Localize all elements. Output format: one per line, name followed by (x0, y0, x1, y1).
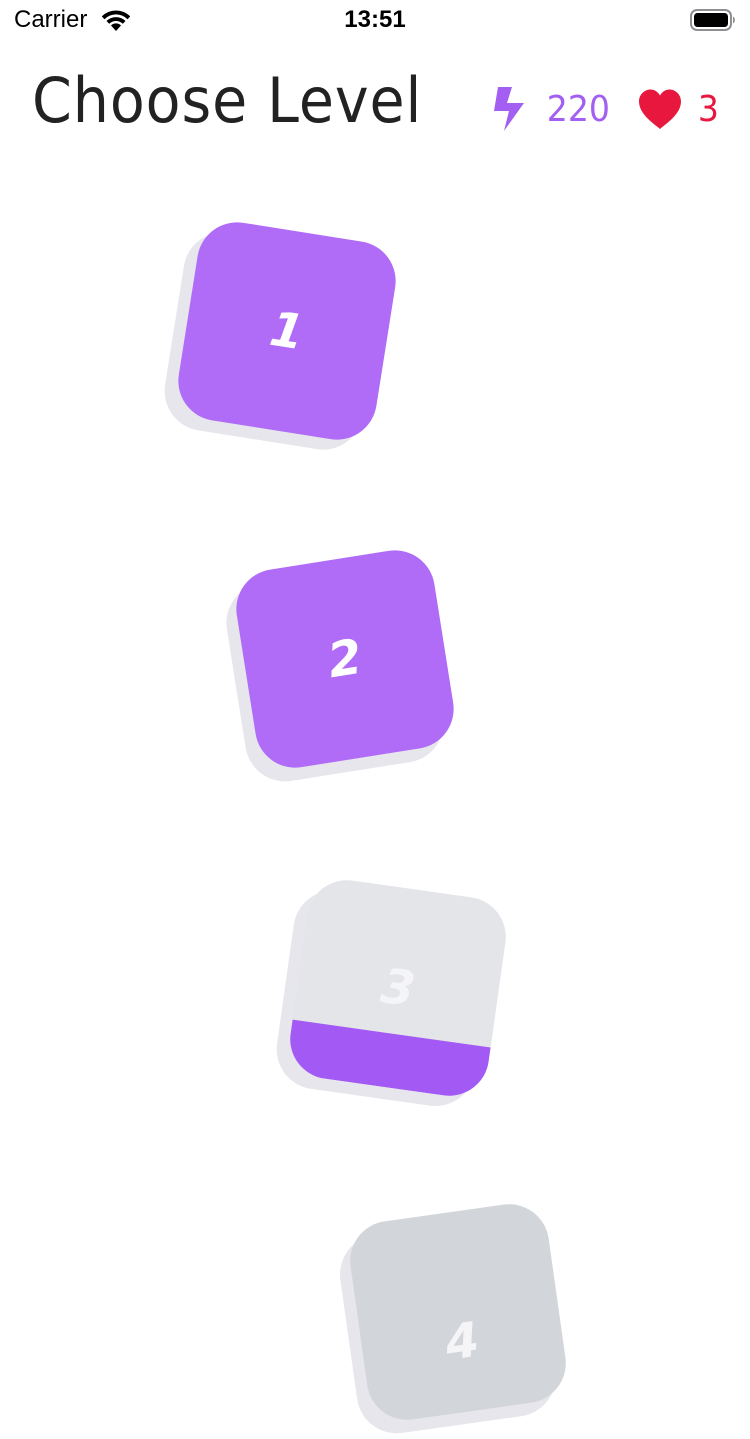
level-number: 1 (266, 300, 308, 362)
level-2-tile[interactable]: 2 (220, 544, 460, 788)
level-4-tile[interactable]: 4 (334, 1199, 571, 1439)
level-4-face: 4 (345, 1199, 571, 1425)
energy-count: 220 (547, 88, 611, 130)
level-1-face: 1 (172, 216, 402, 446)
level-number: 4 (441, 1311, 483, 1372)
level-number: 2 (324, 628, 366, 690)
battery-icon (690, 9, 735, 31)
level-3-face: 3 (285, 875, 511, 1101)
lives-count: 3 (698, 88, 720, 130)
clock: 13:51 (344, 6, 406, 33)
heart-icon (639, 89, 682, 129)
level-number: 3 (377, 957, 419, 1019)
level-2-face: 2 (230, 544, 460, 774)
stats-bar: 220 3 (490, 84, 720, 134)
level-1-tile[interactable]: 1 (158, 216, 402, 456)
level-3-tile[interactable]: 3 (271, 875, 511, 1112)
page-title: Choose Level (32, 64, 423, 137)
bolt-icon (494, 87, 525, 131)
status-bar: Carrier 13:51 (0, 0, 750, 40)
